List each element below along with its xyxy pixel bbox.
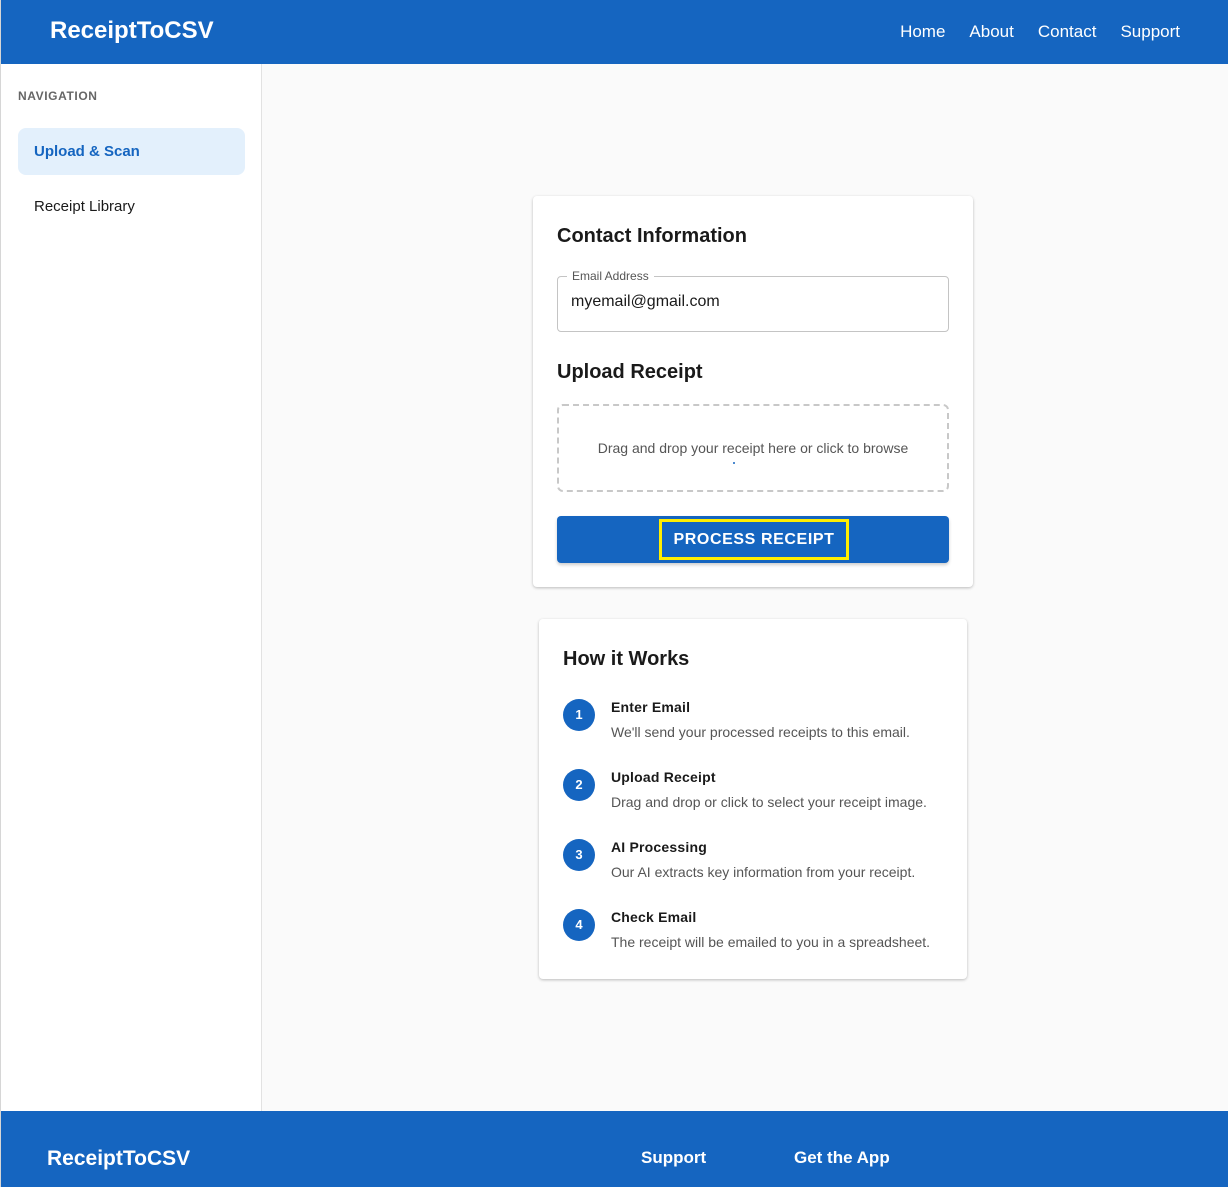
process-receipt-label: PROCESS RECEIPT [659,519,849,560]
top-app-bar: ReceiptToCSV Home About Contact Support [1,0,1228,64]
step-title: AI Processing [611,839,707,855]
footer-support-heading: Support [641,1148,707,1167]
top-nav: Home About Contact Support [900,22,1180,42]
sidebar-title: NAVIGATION [18,89,98,103]
sidebar-item-upload-scan[interactable]: Upload & Scan [18,128,245,175]
process-receipt-button[interactable]: PROCESS RECEIPT [557,516,949,563]
step-title: Upload Receipt [611,769,716,785]
brand-logo[interactable]: ReceiptToCSV [50,17,214,45]
email-field-label: Email Address [567,269,654,283]
dropzone-dot [733,462,735,464]
step-number-badge: 2 [563,769,595,801]
nav-contact-link[interactable]: Contact [1038,22,1097,42]
sidebar: NAVIGATION Upload & Scan Receipt Library [1,64,262,1111]
upload-section-title: Upload Receipt [557,361,703,383]
nav-about-link[interactable]: About [969,22,1013,42]
step-title: Check Email [611,909,697,925]
nav-support-link[interactable]: Support [1120,22,1180,42]
page: ReceiptToCSV Home About Contact Support … [0,0,1228,1187]
step-description: Drag and drop or click to select your re… [611,794,927,810]
footer-get-app-heading: Get the App [794,1148,890,1167]
footer: ReceiptToCSV Support Get the App [1,1111,1228,1187]
sidebar-item-receipt-library[interactable]: Receipt Library [18,183,245,230]
nav-home-link[interactable]: Home [900,22,945,42]
step-number-badge: 3 [563,839,595,871]
step-description: We'll send your processed receipts to th… [611,724,910,740]
how-it-works-title: How it Works [563,648,690,670]
receipt-dropzone[interactable]: Drag and drop your receipt here or click… [557,404,949,492]
step-description: Our AI extracts key information from you… [611,864,916,880]
dropzone-text: Drag and drop your receipt here or click… [597,440,909,456]
step-description: The receipt will be emailed to you in a … [611,934,931,950]
email-field[interactable]: Email Address [557,269,949,332]
how-it-works-card: How it Works 1 Enter Email We'll send yo… [539,619,967,979]
step-title: Enter Email [611,699,691,715]
step-number-badge: 1 [563,699,595,731]
step-number-badge: 4 [563,909,595,941]
footer-brand: ReceiptToCSV [47,1147,191,1170]
email-input[interactable] [571,293,931,311]
upload-card: Contact Information Email Address Upload… [533,196,973,587]
contact-section-title: Contact Information [557,225,747,247]
